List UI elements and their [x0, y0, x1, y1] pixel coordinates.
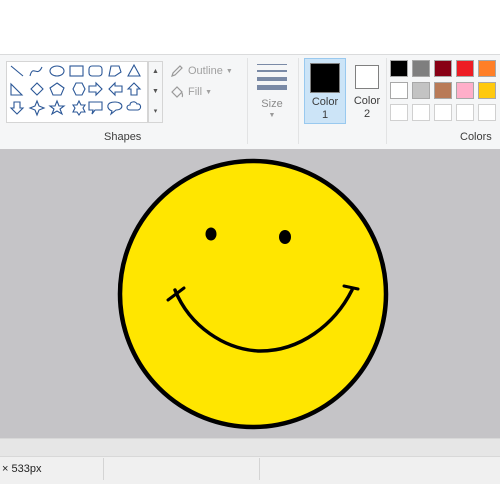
palette-swatch-custom[interactable] — [456, 104, 474, 121]
left-eye — [205, 227, 217, 241]
color1-swatch — [310, 63, 340, 93]
palette-swatch-white[interactable] — [390, 82, 408, 99]
triangle-icon[interactable] — [127, 63, 141, 77]
line-icon[interactable] — [10, 65, 24, 77]
size-line-thin — [257, 64, 287, 65]
size-label: Size — [261, 98, 283, 110]
smiley-drawing[interactable] — [0, 149, 500, 438]
image-size-text: × 533px — [2, 463, 42, 475]
status-bar — [0, 456, 500, 484]
palette-swatch-brown[interactable] — [434, 82, 452, 99]
palette-swatch-light-gray[interactable] — [412, 82, 430, 99]
oval-callout-icon[interactable] — [107, 101, 123, 116]
status-divider — [259, 458, 260, 480]
pentagon-icon[interactable] — [49, 82, 65, 96]
group-divider — [298, 58, 299, 144]
curve-icon[interactable] — [29, 66, 43, 77]
shapes-gallery-scroll[interactable]: ▲ ▼ ▾ — [148, 61, 163, 123]
right-triangle-icon[interactable] — [10, 82, 24, 96]
rectangular-callout-icon[interactable] — [88, 101, 103, 115]
palette-swatch-orange[interactable] — [478, 60, 496, 77]
size-line-thick — [257, 77, 287, 81]
fill-bucket-icon — [171, 86, 184, 98]
color1-label-line2: 1 — [321, 109, 329, 121]
six-point-star-icon[interactable] — [71, 99, 87, 116]
up-arrow-icon[interactable] — [126, 82, 142, 96]
size-button[interactable]: Size ▼ — [253, 60, 291, 124]
left-arrow-icon[interactable] — [108, 81, 123, 97]
palette-swatch-custom[interactable] — [434, 104, 452, 121]
palette-swatch-red[interactable] — [456, 60, 474, 77]
scroll-down-icon[interactable]: ▼ — [149, 82, 162, 102]
color1-button[interactable]: Color 1 — [304, 58, 346, 124]
group-divider — [386, 58, 387, 144]
horizontal-scrollbar[interactable] — [0, 438, 500, 456]
color1-label-line1: Color — [311, 96, 339, 108]
group-divider — [247, 58, 248, 144]
hexagon-icon[interactable] — [72, 82, 86, 96]
fill-label: Fill — [188, 86, 203, 98]
size-line-medium — [257, 70, 287, 72]
scroll-up-icon[interactable]: ▲ — [149, 62, 162, 82]
color2-label-line2: 2 — [363, 108, 371, 120]
four-point-star-icon[interactable] — [28, 99, 46, 117]
rounded-rectangle-icon[interactable] — [88, 65, 103, 77]
polygon-icon[interactable] — [108, 65, 122, 77]
palette-swatch-custom[interactable] — [478, 104, 496, 121]
palette-swatch-custom[interactable] — [390, 104, 408, 121]
outline-label: Outline — [188, 65, 223, 77]
rectangle-icon[interactable] — [69, 65, 84, 77]
shapes-group-label: Shapes — [104, 131, 142, 143]
outline-pen-icon — [171, 65, 183, 77]
chevron-down-icon: ▼ — [225, 67, 233, 75]
title-area — [0, 0, 500, 54]
cloud-callout-icon[interactable] — [126, 101, 142, 111]
fill-button[interactable]: Fill ▼ — [169, 84, 212, 100]
palette-swatch-pink[interactable] — [456, 82, 474, 99]
palette-swatch-gold[interactable] — [478, 82, 496, 99]
right-eye — [279, 230, 291, 244]
colors-group-label: Colors — [460, 131, 492, 143]
palette-swatch-gray[interactable] — [412, 60, 430, 77]
face-circle — [117, 158, 389, 430]
outline-button[interactable]: Outline ▼ — [169, 63, 233, 79]
gallery-expand-icon[interactable]: ▾ — [149, 102, 162, 122]
palette-swatch-custom[interactable] — [412, 104, 430, 121]
color2-swatch — [355, 65, 379, 89]
down-arrow-icon[interactable] — [9, 101, 25, 115]
size-line-thickest — [257, 85, 287, 90]
status-divider — [103, 458, 104, 480]
oval-icon[interactable] — [49, 65, 65, 77]
shapes-gallery[interactable] — [6, 61, 148, 123]
color2-label-line1: Color — [353, 95, 381, 107]
diamond-icon[interactable] — [30, 82, 44, 96]
palette-swatch-black[interactable] — [390, 60, 408, 77]
chevron-down-icon: ▼ — [205, 88, 212, 96]
five-point-star-icon[interactable] — [48, 99, 66, 116]
right-arrow-icon[interactable] — [88, 81, 103, 97]
palette-swatch-dark-red[interactable] — [434, 60, 452, 77]
color2-button[interactable]: Color 2 — [346, 58, 388, 124]
chevron-down-icon: ▼ — [268, 112, 276, 119]
